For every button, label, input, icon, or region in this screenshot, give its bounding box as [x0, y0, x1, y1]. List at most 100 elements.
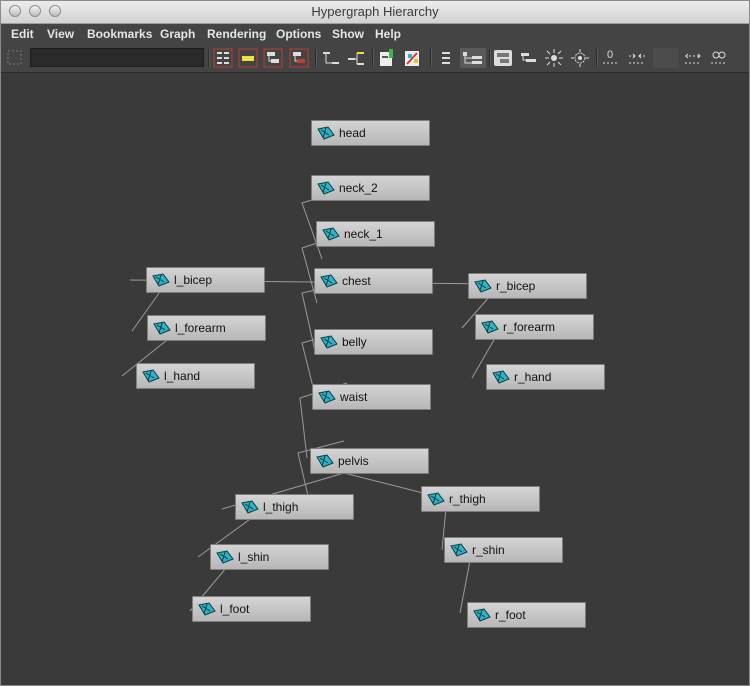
blank-icon[interactable]	[653, 48, 679, 68]
node-label: r_hand	[514, 370, 552, 384]
node-r-hand[interactable]: r_hand	[486, 364, 605, 390]
add-bookmark-icon[interactable]	[378, 48, 398, 68]
node-neck-2[interactable]: neck_2	[311, 175, 430, 201]
select-tree-icon[interactable]	[213, 48, 233, 68]
joint-icon	[473, 608, 491, 622]
toolbar-separator	[430, 49, 432, 67]
joint-icon	[142, 369, 160, 383]
menu-graph[interactable]: Graph	[160, 27, 195, 41]
node-label: neck_2	[339, 181, 378, 195]
node-label: r_forearm	[503, 320, 556, 334]
node-label: l_forearm	[175, 321, 226, 335]
menu-options[interactable]: Options	[276, 27, 321, 41]
menu-help[interactable]: Help	[375, 27, 401, 41]
menu-bookmarks[interactable]: Bookmarks	[87, 27, 152, 41]
joint-icon	[320, 274, 338, 288]
node-r-foot[interactable]: r_foot	[467, 602, 586, 628]
node-pelvis[interactable]: pelvis	[310, 448, 429, 474]
joint-icon	[320, 335, 338, 349]
node-label: l_hand	[164, 369, 201, 383]
toolbar-separator	[596, 49, 598, 67]
node-label: head	[339, 126, 366, 140]
node-chest[interactable]: chest	[314, 268, 433, 294]
node-l-shin[interactable]: l_shin	[210, 544, 329, 570]
joint-icon	[216, 550, 234, 564]
node-label: neck_1	[344, 227, 383, 241]
node-label: l_shin	[238, 550, 270, 564]
menu-view[interactable]: View	[47, 27, 74, 41]
node-label: r_foot	[495, 608, 526, 622]
scene-hierarchy-icon[interactable]	[493, 48, 513, 68]
frame-all-icon[interactable]	[544, 48, 564, 68]
joint-icon	[241, 500, 259, 514]
node-r-shin[interactable]: r_shin	[444, 537, 563, 563]
expand-icon[interactable]	[683, 48, 703, 68]
joint-icon	[481, 320, 499, 334]
node-label: waist	[340, 390, 368, 404]
node-l-thigh[interactable]: l_thigh	[235, 494, 354, 520]
toolbar-separator	[489, 49, 491, 67]
toolbar-separator	[372, 49, 374, 67]
node-label: l_thigh	[263, 500, 299, 514]
menu-show[interactable]: Show	[332, 27, 364, 41]
node-label: r_bicep	[496, 279, 536, 293]
hierarchy-view-icon[interactable]	[460, 48, 486, 68]
search-input[interactable]	[30, 48, 204, 67]
menu-bar: Edit View Bookmarks Graph Rendering Opti…	[1, 24, 749, 44]
frame-selection-icon[interactable]	[570, 48, 590, 68]
joint-icon	[450, 543, 468, 557]
node-r-bicep[interactable]: r_bicep	[468, 273, 587, 299]
node-waist[interactable]: waist	[312, 384, 431, 410]
node-l-hand[interactable]: l_hand	[136, 363, 255, 389]
hierarchy-edges	[121, 190, 503, 614]
title-bar: Hypergraph Hierarchy	[1, 1, 749, 24]
node-r-forearm[interactable]: r_forearm	[475, 314, 594, 340]
joint-icon	[474, 279, 492, 293]
menu-rendering[interactable]: Rendering	[207, 27, 266, 41]
node-label: pelvis	[338, 454, 369, 468]
toolbar-separator	[208, 49, 210, 67]
joint-icon	[317, 181, 335, 195]
joint-icon	[322, 227, 340, 241]
joint-icon	[427, 492, 445, 506]
node-belly[interactable]: belly	[314, 329, 433, 355]
select-node-icon[interactable]	[238, 48, 258, 68]
node-label: r_shin	[472, 543, 505, 557]
window-title: Hypergraph Hierarchy	[311, 4, 439, 19]
connections-icon[interactable]	[627, 48, 647, 68]
select-hierarchy-icon[interactable]	[289, 48, 309, 68]
hypergraph-canvas[interactable]: head neck_2 neck_1 chest l_bicep r_bicep…	[2, 73, 748, 684]
select-children-icon[interactable]	[263, 48, 283, 68]
toolbar-separator	[315, 49, 317, 67]
node-head[interactable]: head	[311, 120, 430, 146]
node-label: l_foot	[220, 602, 250, 616]
graph-down-icon[interactable]	[346, 48, 366, 68]
svg-text:0: 0	[607, 49, 613, 61]
node-label: chest	[342, 274, 371, 288]
node-l-foot[interactable]: l_foot	[192, 596, 311, 622]
joint-icon	[316, 454, 334, 468]
disconnect-icon[interactable]	[709, 48, 729, 68]
bookmark-editor-icon[interactable]	[403, 48, 423, 68]
joint-icon	[152, 273, 170, 287]
layout-icon[interactable]: 0	[601, 48, 621, 68]
node-l-bicep[interactable]: l_bicep	[146, 267, 265, 293]
menu-edit[interactable]: Edit	[11, 27, 34, 41]
joint-icon	[318, 390, 336, 404]
node-label: belly	[342, 335, 367, 349]
joint-icon	[317, 126, 335, 140]
graph-up-icon[interactable]	[321, 48, 341, 68]
joint-icon	[198, 602, 216, 616]
toolbar: 0	[1, 44, 749, 73]
filter-icon[interactable]	[5, 48, 25, 68]
hypergraph-window: Hypergraph Hierarchy Edit View Bookmarks…	[0, 0, 750, 686]
joint-icon	[492, 370, 510, 384]
node-neck-1[interactable]: neck_1	[316, 221, 435, 247]
node-r-thigh[interactable]: r_thigh	[421, 486, 540, 512]
list-view-icon[interactable]	[436, 48, 456, 68]
node-label: r_thigh	[449, 492, 486, 506]
node-label: l_bicep	[174, 273, 213, 287]
joint-icon	[153, 321, 171, 335]
node-l-forearm[interactable]: l_forearm	[147, 315, 266, 341]
input-output-icon[interactable]	[518, 48, 538, 68]
